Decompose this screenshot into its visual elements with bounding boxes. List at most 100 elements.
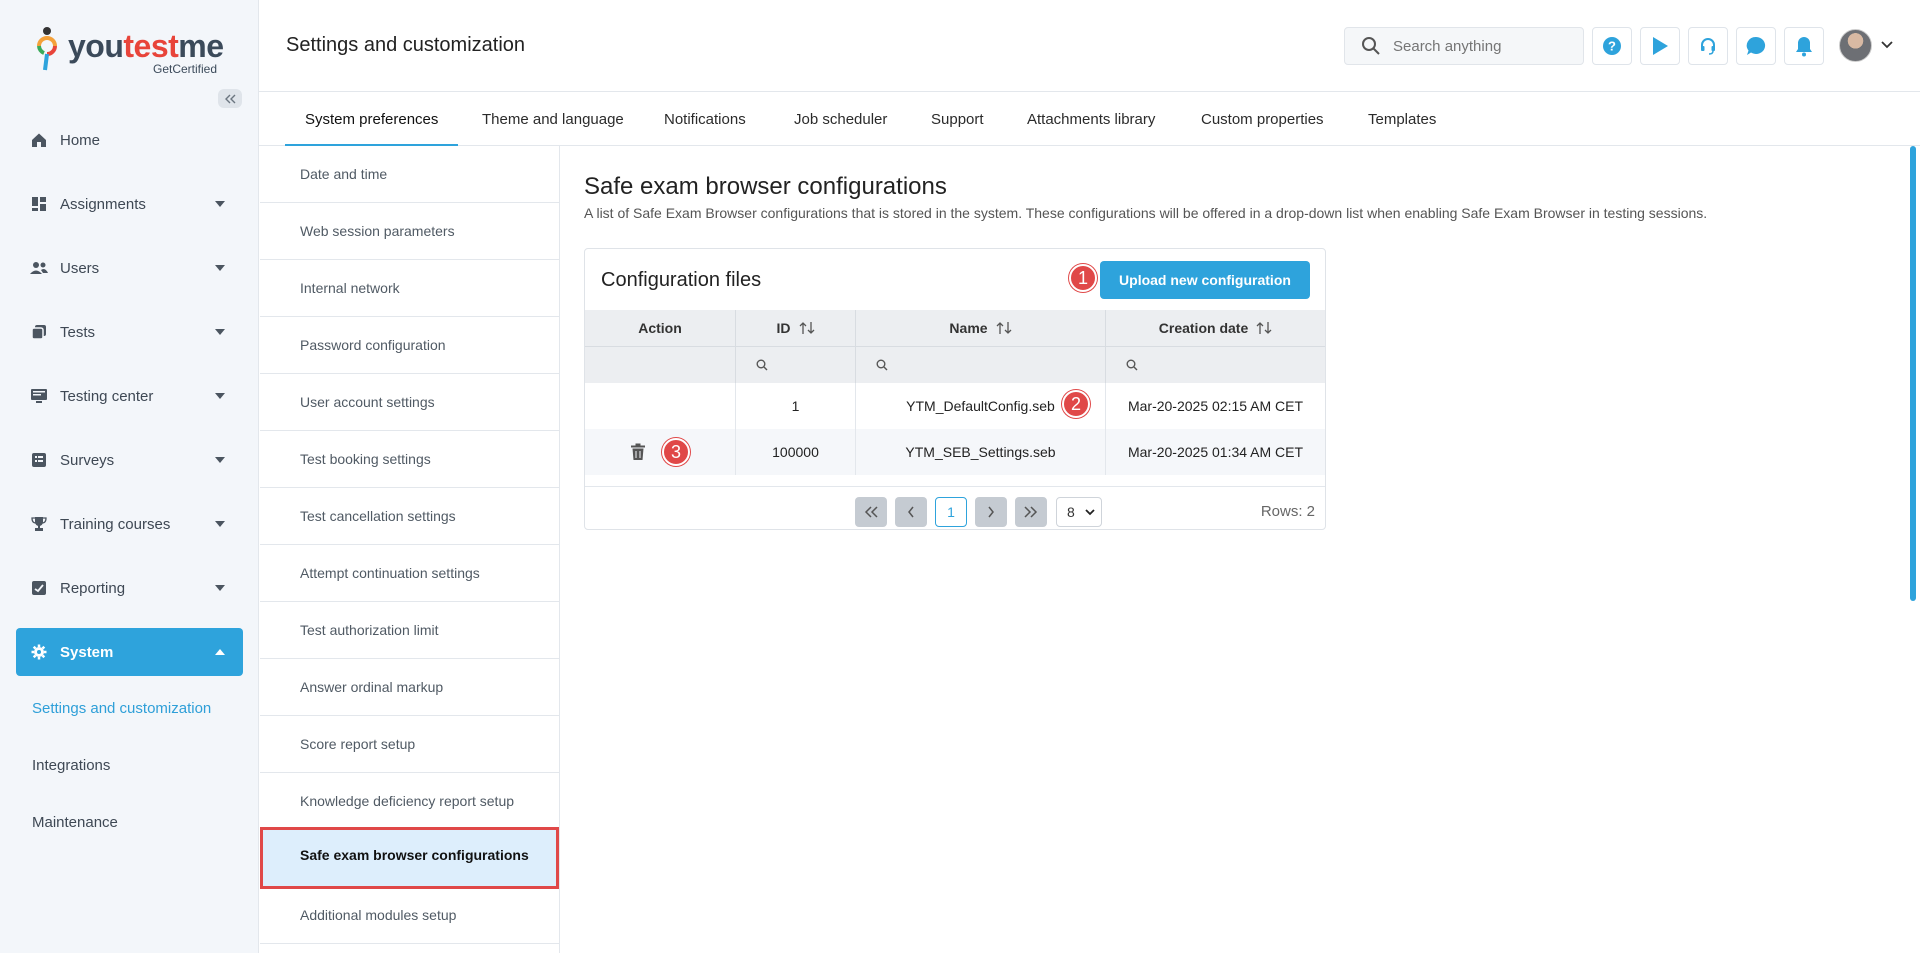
help-button[interactable]: ? (1592, 27, 1632, 65)
chevron-down-icon (215, 585, 225, 591)
tab-job-scheduler[interactable]: Job scheduler (774, 92, 907, 146)
nav-tests[interactable]: Tests (16, 308, 243, 356)
chat-button[interactable] (1736, 27, 1776, 65)
column-header-creation-date[interactable]: Creation date (1106, 310, 1325, 346)
configuration-files-panel: Configuration files 1 Upload new configu… (584, 248, 1326, 530)
nav-system[interactable]: System (16, 628, 243, 676)
reporting-icon (30, 579, 48, 597)
upload-new-configuration-button[interactable]: Upload new configuration (1100, 261, 1310, 299)
chevron-right-icon (988, 506, 994, 518)
settings-tabs: System preferences Theme and language No… (259, 92, 1920, 146)
next-page-button[interactable] (975, 497, 1007, 527)
nav-training-courses[interactable]: Training courses (16, 500, 243, 548)
previous-page-button[interactable] (895, 497, 927, 527)
table-row[interactable]: 3 100000 YTM_SEB_Settings.seb Mar-20-202… (585, 429, 1325, 475)
menu-test-authorization-limit[interactable]: Test authorization limit (260, 602, 559, 659)
menu-additional-modules-setup[interactable]: Additional modules setup (260, 887, 559, 944)
menu-web-session-parameters[interactable]: Web session parameters (260, 203, 559, 260)
nav-home[interactable]: Home (16, 116, 243, 164)
nav-label: Assignments (60, 195, 146, 213)
sort-icon[interactable] (1256, 321, 1272, 335)
panel-title: Configuration files (601, 269, 762, 291)
user-avatar[interactable] (1839, 29, 1872, 62)
menu-attempt-continuation-settings[interactable]: Attempt continuation settings (260, 545, 559, 602)
nav-surveys[interactable]: Surveys (16, 436, 243, 484)
surveys-icon (30, 451, 48, 469)
menu-user-account-settings[interactable]: User account settings (260, 374, 559, 431)
search-input[interactable] (1393, 37, 1573, 55)
global-search[interactable] (1344, 27, 1584, 65)
menu-score-report-setup[interactable]: Score report setup (260, 716, 559, 773)
tab-templates[interactable]: Templates (1348, 92, 1456, 146)
bell-icon (1796, 37, 1812, 57)
name-filter-input[interactable] (856, 346, 1106, 383)
last-page-button[interactable] (1015, 497, 1047, 527)
menu-knowledge-deficiency-report-setup[interactable]: Knowledge deficiency report setup (260, 773, 559, 830)
chat-icon (1746, 36, 1766, 55)
subnav-maintenance[interactable]: Maintenance (32, 814, 252, 831)
current-page-button[interactable]: 1 (935, 497, 967, 527)
chevron-left-icon (908, 506, 914, 518)
double-chevron-left-icon (225, 94, 236, 103)
chevron-down-icon (215, 329, 225, 335)
chevron-down-icon (215, 521, 225, 527)
sort-icon[interactable] (799, 321, 815, 335)
play-tutorial-button[interactable] (1640, 27, 1680, 65)
sort-icon[interactable] (996, 321, 1012, 335)
subnav-settings-and-customization[interactable]: Settings and customization (32, 700, 252, 717)
support-button[interactable] (1688, 27, 1728, 65)
first-page-button[interactable] (855, 497, 887, 527)
search-icon (756, 359, 768, 371)
tab-custom-properties[interactable]: Custom properties (1181, 92, 1344, 146)
subnav-integrations[interactable]: Integrations (32, 757, 252, 774)
nav-reporting[interactable]: Reporting (16, 564, 243, 612)
nav-label: Reporting (60, 579, 126, 597)
menu-date-and-time[interactable]: Date and time (260, 146, 559, 203)
app-logo[interactable]: youtestme GetCertified (32, 24, 232, 76)
menu-password-configuration[interactable]: Password configuration (260, 317, 559, 374)
table-filter-row (585, 346, 1325, 383)
filter-cell-empty (585, 346, 736, 383)
column-header-name[interactable]: Name (856, 310, 1106, 346)
nav-testing-center[interactable]: Testing center (16, 372, 243, 420)
table-header-row: Action ID Name Creation date (585, 310, 1325, 346)
collapse-sidebar-button[interactable] (218, 89, 242, 108)
menu-internal-network[interactable]: Internal network (260, 260, 559, 317)
home-icon (30, 131, 48, 149)
column-header-action: Action (585, 310, 736, 346)
tab-support[interactable]: Support (911, 92, 1004, 146)
page-title: Settings and customization (286, 34, 526, 56)
chevron-down-icon[interactable] (1881, 41, 1893, 49)
chevron-down-icon (215, 457, 225, 463)
menu-safe-exam-browser-configurations[interactable]: Safe exam browser configurations (260, 827, 559, 889)
content-scrollbar[interactable] (1910, 146, 1916, 601)
double-chevron-right-icon (1024, 506, 1038, 518)
tab-theme-and-language[interactable]: Theme and language (462, 92, 644, 146)
rows-per-page-select[interactable]: 8 (1056, 497, 1102, 527)
menu-test-booking-settings[interactable]: Test booking settings (260, 431, 559, 488)
nav-users[interactable]: Users (16, 244, 243, 292)
trash-icon[interactable] (630, 443, 646, 461)
id-filter-input[interactable] (736, 346, 856, 383)
section-description: A list of Safe Exam Browser configuratio… (584, 205, 1708, 221)
notifications-button[interactable] (1784, 27, 1824, 65)
nav-assignments[interactable]: Assignments (16, 180, 243, 228)
play-icon (1653, 37, 1668, 55)
tab-system-preferences[interactable]: System preferences (285, 92, 459, 146)
tab-notifications[interactable]: Notifications (644, 92, 766, 146)
table-row[interactable]: 1 YTM_DefaultConfig.seb Mar-20-2025 02:1… (585, 383, 1325, 429)
step-marker: 1 (1069, 264, 1097, 292)
nav-label: Tests (60, 323, 96, 341)
top-header: Settings and customization ? (259, 0, 1920, 92)
row-creation-date: Mar-20-2025 02:15 AM CET (1127, 398, 1304, 414)
column-header-id[interactable]: ID (736, 310, 856, 346)
nav-label: System (60, 643, 114, 661)
menu-answer-ordinal-markup[interactable]: Answer ordinal markup (260, 659, 559, 716)
chevron-down-icon (215, 265, 225, 271)
users-icon (30, 259, 48, 277)
creation-date-filter-input[interactable] (1106, 346, 1325, 383)
menu-test-cancellation-settings[interactable]: Test cancellation settings (260, 488, 559, 545)
search-icon (1126, 359, 1138, 371)
left-sidebar: youtestme GetCertified Home Assignments … (0, 0, 259, 953)
tab-attachments-library[interactable]: Attachments library (1007, 92, 1175, 146)
